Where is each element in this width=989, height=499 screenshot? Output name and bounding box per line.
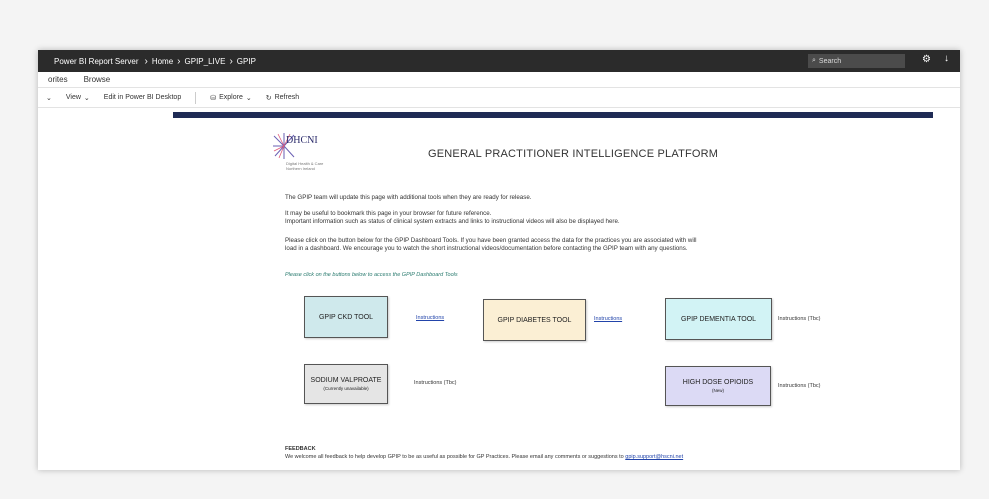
valproate-instructions: Instructions (Tbc) [414, 380, 457, 386]
report-frame: Power BI Report Server › Home › GPIP_LIV… [38, 50, 960, 470]
instructions-paragraph: Please click on the button below for the… [285, 237, 845, 253]
feedback-email-link[interactable]: gpip.support@hscni.net [625, 454, 683, 460]
app-title[interactable]: Power BI Report Server [54, 57, 138, 66]
explore-menu[interactable]: ⛁ Explore ⌄ [210, 94, 251, 102]
diabetes-tool-button[interactable]: GPIP DIABETES TOOL [483, 299, 586, 341]
diabetes-instructions-link[interactable]: Instructions [594, 316, 622, 322]
secondary-nav: orites Browse [38, 72, 960, 88]
download-icon[interactable]: ↓ [944, 53, 949, 64]
nav-favorites[interactable]: orites [48, 75, 68, 84]
ckd-tool-label: GPIP CKD TOOL [318, 313, 374, 321]
opioids-status: (New) [712, 388, 724, 393]
dhcni-logo: DHCNI Digital Health & Care Northern Ire… [272, 132, 362, 182]
logo-subtitle-line2: Northern Ireland [286, 166, 315, 171]
explore-label: Explore [219, 94, 243, 101]
breadcrumb: › Home › GPIP_LIVE › GPIP [144, 56, 255, 67]
dementia-instructions: Instructions (Tbc) [778, 316, 821, 322]
intro-paragraph: The GPIP team will update this page with… [285, 194, 532, 201]
logo-subtitle: Digital Health & Care Northern Ireland [286, 161, 323, 171]
breadcrumb-gpip-live[interactable]: GPIP_LIVE [185, 57, 226, 66]
feedback-heading: FEEDBACK [285, 446, 316, 452]
dementia-tool-button[interactable]: GPIP DEMENTIA TOOL [665, 298, 772, 340]
opioids-instructions: Instructions (Tbc) [778, 383, 821, 389]
search-placeholder: Search [818, 57, 842, 65]
refresh-icon: ↻ [265, 94, 272, 102]
report-toolbar: ⌄ View ⌄ Edit in Power BI Desktop ⛁ Expl… [38, 88, 960, 108]
breadcrumb-separator-icon: › [177, 55, 181, 67]
instructions-line2: load in a dashboard. We encourage you to… [285, 245, 688, 252]
ckd-instructions-link[interactable]: Instructions [416, 315, 444, 321]
bookmark-line2: Important information such as status of … [285, 218, 620, 225]
refresh-button[interactable]: ↻ Refresh [266, 94, 299, 102]
dementia-tool-label: GPIP DEMENTIA TOOL [680, 315, 757, 323]
breadcrumb-separator-icon: › [144, 55, 148, 67]
nav-browse[interactable]: Browse [84, 75, 111, 84]
chevron-down-icon: ⌄ [245, 94, 252, 102]
bookmark-paragraph: It may be useful to bookmark this page i… [285, 210, 845, 226]
logo-name: DHCNI [286, 135, 318, 146]
feedback-text: We welcome all feedback to help develop … [285, 454, 683, 460]
header-banner [173, 112, 933, 118]
opioids-label: HIGH DOSE OPIOIDS [682, 379, 754, 386]
sodium-valproate-button[interactable]: SODIUM VALPROATE (Currently unavailable) [304, 364, 388, 404]
view-menu[interactable]: View ⌄ [66, 94, 90, 102]
page-title: GENERAL PRACTITIONER INTELLIGENCE PLATFO… [428, 148, 719, 160]
bookmark-line1: It may be useful to bookmark this page i… [285, 210, 492, 217]
ckd-tool-button[interactable]: GPIP CKD TOOL [304, 296, 388, 338]
valproate-status: (Currently unavailable) [323, 386, 369, 391]
edit-in-desktop-button[interactable]: Edit in Power BI Desktop [104, 94, 181, 101]
buttons-hint: Please click on the buttons below to acc… [285, 272, 458, 278]
collapse-chevron-icon[interactable]: ⌄ [46, 94, 52, 102]
high-dose-opioids-button[interactable]: HIGH DOSE OPIOIDS (New) [665, 366, 771, 406]
feedback-body: We welcome all feedback to help develop … [285, 454, 624, 460]
gear-icon[interactable]: ⚙ [922, 54, 931, 65]
refresh-label: Refresh [274, 94, 300, 101]
breadcrumb-home[interactable]: Home [152, 57, 173, 66]
search-icon: ⌕ [812, 57, 816, 64]
instructions-line1: Please click on the button below for the… [285, 237, 697, 244]
breadcrumb-separator-icon: › [229, 55, 233, 67]
view-label: View [65, 94, 81, 101]
explore-icon: ⛁ [210, 94, 217, 102]
diabetes-tool-label: GPIP DIABETES TOOL [497, 316, 572, 324]
chevron-down-icon: ⌄ [83, 94, 90, 102]
breadcrumb-gpip[interactable]: GPIP [237, 57, 256, 66]
valproate-label: SODIUM VALPROATE [310, 377, 382, 384]
search-input[interactable]: ⌕ Search [808, 54, 905, 68]
toolbar-divider [195, 91, 197, 104]
top-bar: Power BI Report Server › Home › GPIP_LIV… [38, 50, 960, 72]
